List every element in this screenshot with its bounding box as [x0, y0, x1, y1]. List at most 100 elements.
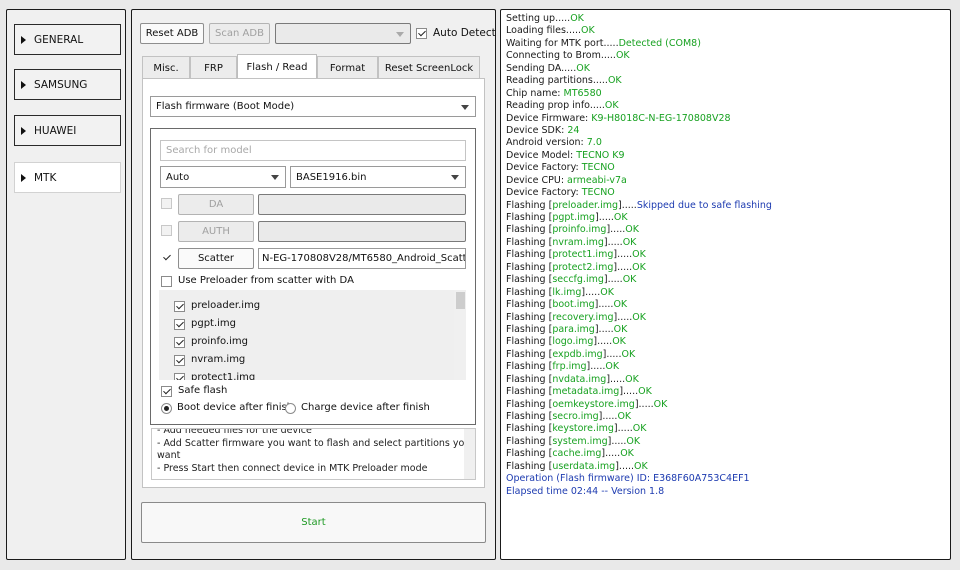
auth-button[interactable]: AUTH [178, 221, 254, 242]
instruction-line: want [157, 450, 181, 461]
log-value: pgpt.img [552, 212, 596, 223]
log-text: ]..... [606, 373, 626, 385]
log-text: Flashing [ [506, 435, 553, 447]
log-text: Reading partitions..... [506, 75, 608, 87]
log-text: ]..... [613, 423, 633, 435]
log-line: Waiting for MTK port.....Detected (COM8) [506, 38, 945, 50]
log-text: ]..... [613, 261, 633, 273]
scan-adb-button[interactable]: Scan ADB [209, 23, 270, 44]
use-preloader-label: Use Preloader from scatter with DA [178, 275, 354, 286]
log-value: frp.img [552, 361, 587, 373]
auto-detect-label: Auto Detect [433, 27, 496, 39]
da-button[interactable]: DA [178, 194, 254, 215]
log-value: Detected (COM8) [618, 37, 701, 49]
model-select-value: Auto [166, 171, 190, 183]
log-line: Flashing [preloader.img].....Skipped due… [506, 200, 945, 212]
sidebar-item-huawei[interactable]: HUAWEI [14, 115, 121, 146]
instructions-scrollbar[interactable] [464, 429, 475, 479]
charge-after-radio[interactable] [285, 403, 296, 414]
scatter-path-field[interactable]: N-EG-170808V28/MT6580_Android_Scatter.tx… [258, 248, 466, 269]
partition-checkbox[interactable] [174, 373, 185, 380]
log-text: Setting up..... [506, 13, 571, 24]
log-text: ]..... [603, 236, 623, 248]
log-status: OK [638, 386, 652, 398]
log-value: keystore.img [552, 423, 614, 435]
triangle-right-icon [21, 173, 26, 182]
partition-checkbox[interactable] [174, 337, 185, 348]
log-line: Setting up.....OK [506, 13, 945, 25]
log-value: logo.img [552, 336, 594, 348]
instructions-textbox[interactable]: - Add needed files for the device - Add … [151, 428, 476, 480]
partition-list-scroll-thumb[interactable] [456, 292, 465, 309]
tab-flash-read[interactable]: Flash / Read [237, 54, 317, 79]
da-checkbox[interactable] [161, 198, 172, 209]
sidebar-item-general[interactable]: GENERAL [14, 24, 121, 55]
log-value: seccfg.img [552, 274, 604, 286]
log-text: Android version: [506, 137, 587, 149]
log-status: OK [625, 373, 639, 385]
tab-reset-screenlock[interactable]: Reset ScreenLock [378, 56, 480, 79]
log-status: OK [600, 286, 614, 298]
log-line: Sending DA.....OK [506, 63, 945, 75]
use-preloader-checkbox[interactable] [161, 276, 172, 287]
log-text: Elapsed time 02:44 -- Version 1.8 [506, 485, 665, 497]
log-text: Device Firmware: [506, 112, 592, 124]
flash-mode-select[interactable]: Flash firmware (Boot Mode) [150, 96, 476, 117]
log-value: TECNO K9 [576, 149, 625, 161]
tab-frp[interactable]: FRP [190, 56, 237, 79]
base-select-value: BASE1916.bin [296, 171, 367, 183]
log-status: OK [632, 249, 646, 261]
partition-checkbox[interactable] [174, 301, 185, 312]
partition-checkbox[interactable] [174, 355, 185, 366]
base-select[interactable]: BASE1916.bin [290, 166, 466, 188]
partition-list[interactable]: preloader.img pgpt.img proinfo.img nvram… [159, 290, 466, 380]
partition-name: preloader.img [191, 300, 261, 311]
tab-format[interactable]: Format [317, 56, 378, 79]
log-line: Flashing [keystore.img].....OK [506, 423, 945, 435]
tab-misc[interactable]: Misc. [142, 56, 190, 79]
log-line: Flashing [para.img].....OK [506, 324, 945, 336]
model-select[interactable]: Auto [160, 166, 286, 188]
reset-adb-button[interactable]: Reset ADB [140, 23, 204, 44]
model-search-input[interactable]: Search for model [160, 140, 466, 161]
da-path-field[interactable] [258, 194, 466, 215]
safe-flash-checkbox[interactable] [161, 386, 172, 397]
partition-checkbox[interactable] [174, 319, 185, 330]
log-text: ]..... [606, 224, 626, 236]
log-line: Device CPU: armeabi-v7a [506, 175, 945, 187]
log-value: recovery.img [552, 311, 614, 323]
sidebar-item-mtk[interactable]: MTK [14, 162, 121, 193]
log-status: OK [613, 299, 628, 311]
log-line: Flashing [expdb.img].....OK [506, 349, 945, 361]
log-text: Device Factory: [506, 162, 582, 174]
boot-after-radio[interactable] [161, 403, 172, 414]
log-value: OK [607, 75, 622, 87]
scatter-checkbox[interactable] [161, 252, 172, 263]
list-item[interactable]: nvram.img [159, 351, 451, 369]
log-text: Flashing [ [506, 423, 553, 435]
log-line: Flashing [recovery.img].....OK [506, 312, 945, 324]
instruction-line: - Press Start then connect device in MTK… [157, 463, 428, 474]
log-text: ]..... [619, 386, 639, 398]
list-item[interactable]: preloader.img [159, 297, 451, 315]
chevron-down-icon [271, 175, 279, 180]
auto-detect-checkbox[interactable] [416, 28, 427, 39]
log-status: OK [622, 236, 637, 248]
log-text: Flashing [ [506, 348, 553, 360]
log-text: Sending DA..... [506, 62, 577, 74]
port-select[interactable] [275, 23, 411, 44]
log-text: Flashing [ [506, 373, 553, 385]
log-text: Flashing [ [506, 361, 553, 373]
log-text: Chip name: [506, 87, 564, 99]
log-line: Reading partitions.....OK [506, 75, 945, 87]
list-item[interactable]: proinfo.img [159, 333, 451, 351]
auth-path-field[interactable] [258, 221, 466, 242]
scatter-button[interactable]: Scatter [178, 248, 254, 269]
start-button[interactable]: Start [141, 502, 486, 543]
list-item[interactable]: pgpt.img [159, 315, 451, 333]
log-line: Flashing [lk.img].....OK [506, 287, 945, 299]
charge-after-label: Charge device after finish [301, 402, 430, 413]
list-item[interactable]: protect1.img [159, 369, 451, 380]
auth-checkbox[interactable] [161, 225, 172, 236]
sidebar-item-samsung[interactable]: SAMSUNG [14, 69, 121, 100]
